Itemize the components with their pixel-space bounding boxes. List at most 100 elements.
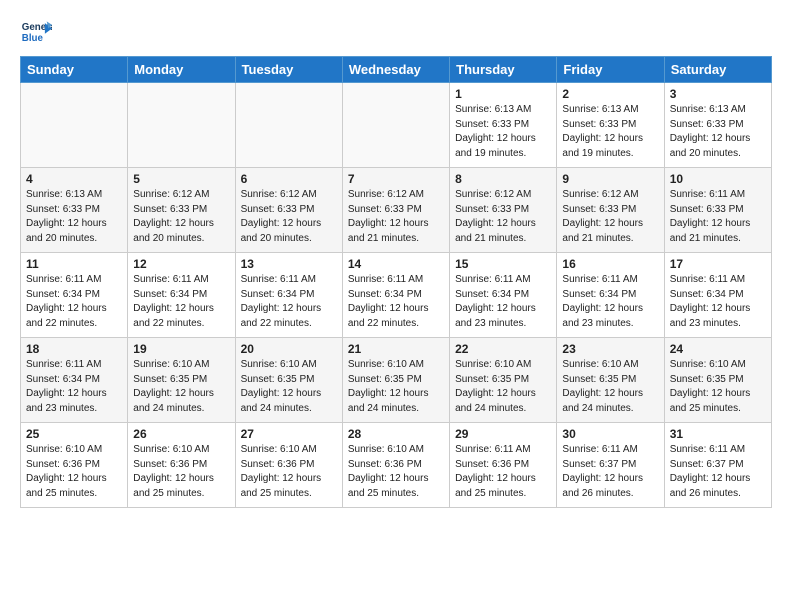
calendar-cell: 2 Sunrise: 6:13 AM Sunset: 6:33 PM Daylig… — [557, 83, 664, 168]
day-number: 29 — [455, 427, 551, 441]
day-header-friday: Friday — [557, 57, 664, 83]
day-number: 6 — [241, 172, 337, 186]
calendar-cell: 1Sunrise: 6:13 AM Sunset: 6:33 PM Daylig… — [450, 83, 557, 168]
day-number: 2 — [562, 87, 658, 101]
day-info: Sunrise: 6:12 AM Sunset: 6:33 PM Dayligh… — [348, 188, 444, 246]
day-number: 21 — [348, 342, 444, 356]
week-row-5: 25 Sunrise: 6:10 AM Sunset: 6:36 PM Dayli… — [21, 423, 772, 508]
calendar-cell: 5 Sunrise: 6:12 AM Sunset: 6:33 PM Daylig… — [128, 168, 235, 253]
svg-text:Blue: Blue — [22, 33, 44, 44]
calendar-cell: 26 Sunrise: 6:10 AM Sunset: 6:36 PM Dayli… — [128, 423, 235, 508]
day-info: Sunrise: 6:12 AM Sunset: 6:33 PM Dayligh… — [455, 188, 551, 246]
main-container: General Blue SundayMondayTuesdayWednesda… — [0, 0, 792, 524]
calendar-header-row: SundayMondayTuesdayWednesdayThursdayFrid… — [21, 57, 772, 83]
calendar-cell: 24 Sunrise: 6:10 AM Sunset: 6:35 PM Dayli… — [664, 338, 771, 423]
day-info: Sunrise: 6:11 AM Sunset: 6:37 PM Dayligh… — [562, 443, 658, 501]
day-info: Sunrise: 6:10 AM Sunset: 6:36 PM Dayligh… — [26, 443, 122, 501]
day-number: 22 — [455, 342, 551, 356]
day-info: Sunrise: 6:13 AM Sunset: 6:33 PM Dayligh… — [26, 188, 122, 246]
calendar-cell — [235, 83, 342, 168]
day-header-monday: Monday — [128, 57, 235, 83]
calendar-cell: 28 Sunrise: 6:10 AM Sunset: 6:36 PM Dayli… — [342, 423, 449, 508]
week-row-2: 4 Sunrise: 6:13 AM Sunset: 6:33 PM Daylig… — [21, 168, 772, 253]
calendar-cell: 13 Sunrise: 6:11 AM Sunset: 6:34 PM Dayli… — [235, 253, 342, 338]
day-number: 9 — [562, 172, 658, 186]
day-number: 23 — [562, 342, 658, 356]
day-header-wednesday: Wednesday — [342, 57, 449, 83]
calendar-cell: 23 Sunrise: 6:10 AM Sunset: 6:35 PM Dayli… — [557, 338, 664, 423]
day-number: 5 — [133, 172, 229, 186]
calendar-cell: 11 Sunrise: 6:11 AM Sunset: 6:34 PM Dayli… — [21, 253, 128, 338]
day-info: Sunrise: 6:10 AM Sunset: 6:36 PM Dayligh… — [241, 443, 337, 501]
day-info: Sunrise: 6:11 AM Sunset: 6:37 PM Dayligh… — [670, 443, 766, 501]
calendar-cell: 12Sunrise: 6:11 AM Sunset: 6:34 PM Dayli… — [128, 253, 235, 338]
day-info: Sunrise: 6:11 AM Sunset: 6:36 PM Dayligh… — [455, 443, 551, 501]
day-number: 20 — [241, 342, 337, 356]
day-number: 16 — [562, 257, 658, 271]
day-info: Sunrise: 6:11 AM Sunset: 6:34 PM Dayligh… — [670, 273, 766, 331]
header: General Blue — [20, 16, 772, 48]
day-info: Sunrise: 6:11 AM Sunset: 6:34 PM Dayligh… — [348, 273, 444, 331]
day-info: Sunrise: 6:11 AM Sunset: 6:34 PM Dayligh… — [562, 273, 658, 331]
day-info: Sunrise: 6:11 AM Sunset: 6:34 PM Dayligh… — [26, 273, 122, 331]
day-number: 31 — [670, 427, 766, 441]
day-number: 12 — [133, 257, 229, 271]
calendar-cell: 21 Sunrise: 6:10 AM Sunset: 6:35 PM Dayli… — [342, 338, 449, 423]
day-number: 26 — [133, 427, 229, 441]
calendar-cell: 7Sunrise: 6:12 AM Sunset: 6:33 PM Daylig… — [342, 168, 449, 253]
day-info: Sunrise: 6:12 AM Sunset: 6:33 PM Dayligh… — [241, 188, 337, 246]
day-number: 3 — [670, 87, 766, 101]
day-number: 27 — [241, 427, 337, 441]
day-info: Sunrise: 6:10 AM Sunset: 6:36 PM Dayligh… — [348, 443, 444, 501]
calendar-cell — [21, 83, 128, 168]
day-info: Sunrise: 6:11 AM Sunset: 6:34 PM Dayligh… — [26, 358, 122, 416]
day-number: 10 — [670, 172, 766, 186]
day-info: Sunrise: 6:13 AM Sunset: 6:33 PM Dayligh… — [670, 103, 766, 161]
calendar-cell: 9 Sunrise: 6:12 AM Sunset: 6:33 PM Daylig… — [557, 168, 664, 253]
day-number: 4 — [26, 172, 122, 186]
calendar-cell: 6 Sunrise: 6:12 AM Sunset: 6:33 PM Daylig… — [235, 168, 342, 253]
day-number: 13 — [241, 257, 337, 271]
day-info: Sunrise: 6:13 AM Sunset: 6:33 PM Dayligh… — [455, 103, 551, 161]
day-header-thursday: Thursday — [450, 57, 557, 83]
day-info: Sunrise: 6:11 AM Sunset: 6:34 PM Dayligh… — [455, 273, 551, 331]
calendar-cell: 20Sunrise: 6:10 AM Sunset: 6:35 PM Dayli… — [235, 338, 342, 423]
calendar-cell: 31 Sunrise: 6:11 AM Sunset: 6:37 PM Dayli… — [664, 423, 771, 508]
day-number: 17 — [670, 257, 766, 271]
calendar-cell: 8 Sunrise: 6:12 AM Sunset: 6:33 PM Daylig… — [450, 168, 557, 253]
calendar-cell: 4 Sunrise: 6:13 AM Sunset: 6:33 PM Daylig… — [21, 168, 128, 253]
calendar-cell: 14Sunrise: 6:11 AM Sunset: 6:34 PM Dayli… — [342, 253, 449, 338]
week-row-4: 18 Sunrise: 6:11 AM Sunset: 6:34 PM Dayli… — [21, 338, 772, 423]
day-info: Sunrise: 6:13 AM Sunset: 6:33 PM Dayligh… — [562, 103, 658, 161]
day-info: Sunrise: 6:12 AM Sunset: 6:33 PM Dayligh… — [562, 188, 658, 246]
calendar-cell: 25 Sunrise: 6:10 AM Sunset: 6:36 PM Dayli… — [21, 423, 128, 508]
calendar-cell: 18 Sunrise: 6:11 AM Sunset: 6:34 PM Dayli… — [21, 338, 128, 423]
calendar-cell: 15 Sunrise: 6:11 AM Sunset: 6:34 PM Dayli… — [450, 253, 557, 338]
day-info: Sunrise: 6:10 AM Sunset: 6:36 PM Dayligh… — [133, 443, 229, 501]
day-number: 15 — [455, 257, 551, 271]
day-number: 18 — [26, 342, 122, 356]
day-info: Sunrise: 6:10 AM Sunset: 6:35 PM Dayligh… — [133, 358, 229, 416]
day-info: Sunrise: 6:10 AM Sunset: 6:35 PM Dayligh… — [670, 358, 766, 416]
calendar-cell — [342, 83, 449, 168]
day-number: 30 — [562, 427, 658, 441]
day-header-saturday: Saturday — [664, 57, 771, 83]
day-number: 28 — [348, 427, 444, 441]
calendar-cell: 3 Sunrise: 6:13 AM Sunset: 6:33 PM Daylig… — [664, 83, 771, 168]
day-info: Sunrise: 6:11 AM Sunset: 6:34 PM Dayligh… — [241, 273, 337, 331]
day-number: 24 — [670, 342, 766, 356]
day-info: Sunrise: 6:10 AM Sunset: 6:35 PM Dayligh… — [562, 358, 658, 416]
calendar-table: SundayMondayTuesdayWednesdayThursdayFrid… — [20, 56, 772, 508]
week-row-3: 11 Sunrise: 6:11 AM Sunset: 6:34 PM Dayli… — [21, 253, 772, 338]
day-header-sunday: Sunday — [21, 57, 128, 83]
day-number: 25 — [26, 427, 122, 441]
calendar-cell — [128, 83, 235, 168]
day-info: Sunrise: 6:10 AM Sunset: 6:35 PM Dayligh… — [348, 358, 444, 416]
day-number: 8 — [455, 172, 551, 186]
calendar-cell: 10Sunrise: 6:11 AM Sunset: 6:33 PM Dayli… — [664, 168, 771, 253]
calendar-cell: 17 Sunrise: 6:11 AM Sunset: 6:34 PM Dayli… — [664, 253, 771, 338]
day-info: Sunrise: 6:12 AM Sunset: 6:33 PM Dayligh… — [133, 188, 229, 246]
day-number: 11 — [26, 257, 122, 271]
calendar-cell: 19Sunrise: 6:10 AM Sunset: 6:35 PM Dayli… — [128, 338, 235, 423]
calendar-cell: 30 Sunrise: 6:11 AM Sunset: 6:37 PM Dayli… — [557, 423, 664, 508]
